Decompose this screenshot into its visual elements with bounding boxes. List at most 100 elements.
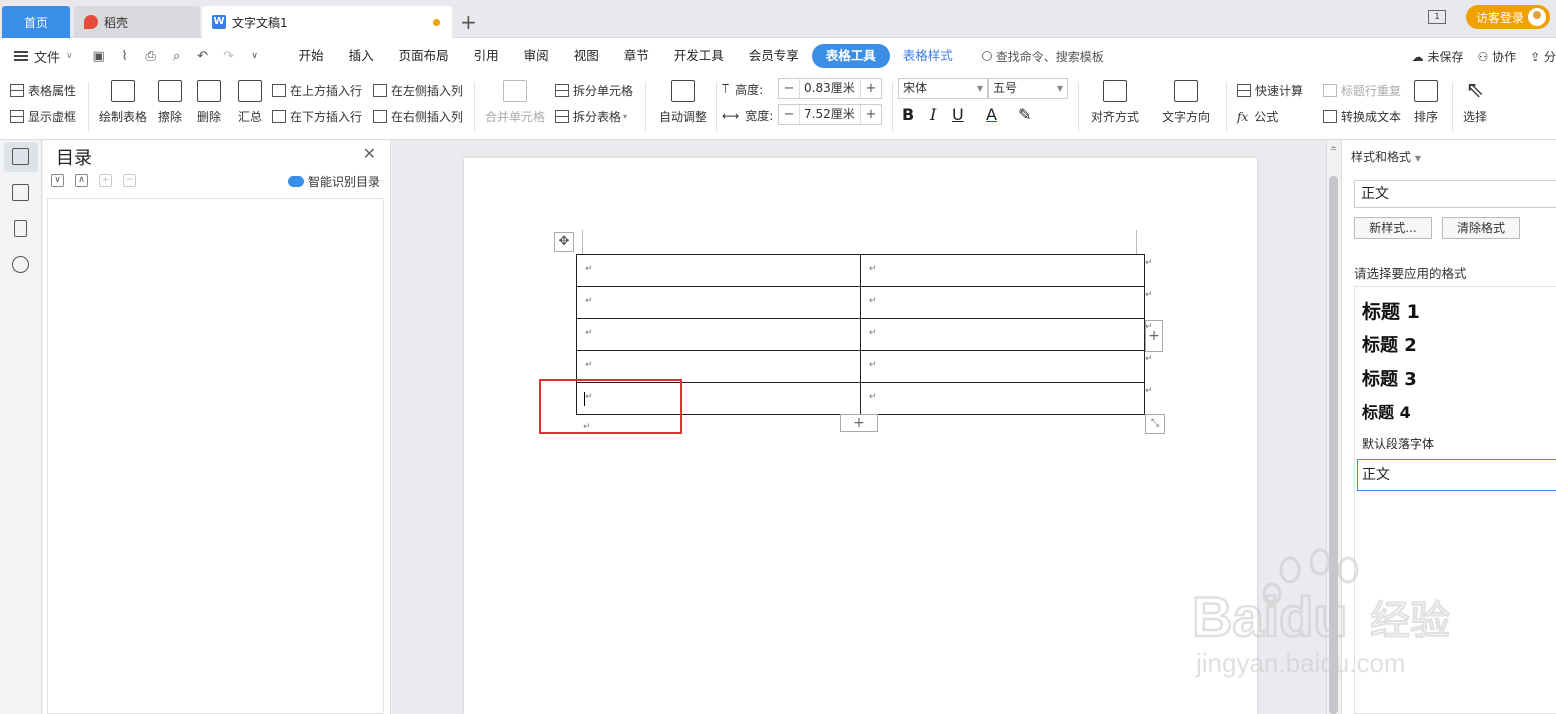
decrease-width-button[interactable]: − — [779, 107, 799, 122]
remove-level-icon[interactable]: − — [123, 174, 136, 187]
scroll-up-icon[interactable]: ≐ — [1330, 144, 1337, 153]
nav-pane-icon[interactable] — [12, 184, 29, 201]
table-cell[interactable]: ↵ — [576, 254, 861, 287]
file-menu[interactable]: 文件 ∨ — [14, 47, 73, 66]
table-cell[interactable]: ↵ — [576, 350, 861, 383]
style-heading-2[interactable]: 标题 2 — [1362, 331, 1417, 357]
smart-toc-button[interactable]: 智能识别目录 — [287, 173, 380, 190]
table-properties-button[interactable]: 表格属性 — [10, 82, 76, 99]
tab-chapter[interactable]: 章节 — [612, 44, 661, 68]
new-tab-button[interactable]: + — [460, 10, 477, 34]
tab-developer[interactable]: 开发工具 — [662, 44, 736, 68]
style-normal[interactable]: 正文 — [1357, 459, 1556, 491]
tab-document[interactable]: W 文字文稿1 — [202, 6, 452, 38]
unsaved-status[interactable]: ☁ 未保存 — [1412, 48, 1464, 65]
merge-cells-button[interactable]: 合并单元格 — [484, 80, 546, 125]
command-search[interactable]: 查找命令、搜索模板 — [981, 48, 1104, 65]
add-row-button[interactable]: + — [840, 414, 878, 432]
insert-col-right-button[interactable]: 在右侧插入列 — [373, 108, 463, 125]
decrease-height-button[interactable]: − — [779, 81, 799, 96]
erase-button[interactable]: 擦除 — [155, 80, 185, 125]
increase-width-button[interactable]: + — [861, 107, 881, 122]
row-height-stepper[interactable]: − 0.83厘米 + — [778, 78, 882, 99]
quick-calc-button[interactable]: 快速计算 — [1237, 82, 1303, 99]
share-button[interactable]: ⇪ 分 — [1530, 48, 1556, 65]
table-move-handle[interactable]: ✥ — [554, 232, 574, 252]
style-default-font[interactable]: 默认段落字体 — [1362, 435, 1434, 452]
highlight-button[interactable]: ✎ — [1018, 105, 1031, 124]
bold-button[interactable]: B — [902, 105, 914, 124]
convert-to-text-button[interactable]: 转换成文本 — [1323, 108, 1401, 125]
tab-table-tools[interactable]: 表格工具 — [811, 44, 890, 68]
tab-page-layout[interactable]: 页面布局 — [387, 44, 461, 68]
table-cell[interactable]: ↵ — [860, 350, 1145, 383]
col-width-stepper[interactable]: − 7.52厘米 + — [778, 104, 882, 125]
tab-home[interactable]: 首页 — [2, 6, 70, 38]
current-style-field[interactable]: 正文 — [1354, 180, 1556, 208]
redo-icon[interactable]: ↷ — [221, 49, 237, 64]
tab-start[interactable]: 开始 — [287, 44, 336, 68]
summary-button[interactable]: 汇总 — [236, 80, 264, 125]
underline-button[interactable]: U — [952, 105, 964, 124]
style-heading-3[interactable]: 标题 3 — [1362, 365, 1417, 391]
delete-button[interactable]: 删除 — [192, 80, 226, 125]
tab-review[interactable]: 审阅 — [512, 44, 561, 68]
expand-icon[interactable]: ∨ — [51, 174, 64, 187]
col-width-value[interactable]: 7.52厘米 — [799, 105, 861, 124]
tab-straw[interactable]: 稻壳 — [74, 6, 200, 38]
table-cell[interactable]: ↵ — [576, 318, 861, 351]
table-resize-handle[interactable]: ⤡ — [1145, 414, 1165, 434]
table-cell[interactable]: ↵ — [860, 318, 1145, 351]
toc-icon[interactable] — [12, 148, 29, 165]
table-cell[interactable]: ↵ — [860, 286, 1145, 319]
italic-button[interactable]: I — [930, 105, 936, 124]
search-icon[interactable] — [12, 256, 29, 273]
print-icon[interactable]: ⎙ — [143, 49, 159, 64]
sort-button[interactable]: 排序 — [1410, 80, 1442, 125]
insert-row-below-button[interactable]: 在下方插入行 — [272, 108, 362, 125]
auto-fit-button[interactable]: 自动调整 — [654, 80, 712, 125]
tab-insert[interactable]: 插入 — [337, 44, 386, 68]
show-grid-button[interactable]: 显示虚框 — [10, 108, 76, 125]
align-button[interactable]: 对齐方式 — [1086, 80, 1144, 125]
tab-view[interactable]: 视图 — [562, 44, 611, 68]
document-page[interactable]: ✥ ↵ ↵ ↵ ↵ ↵ ↵ ↵ ↵ ↵ ↵ + + ⤡ ↵ ↵ ↵ ↵ ↵ ↵ — [464, 158, 1257, 714]
row-height-value[interactable]: 0.83厘米 — [799, 79, 861, 98]
new-style-button[interactable]: 新样式... — [1354, 217, 1432, 239]
table-cell[interactable]: ↵ — [860, 382, 1145, 415]
select-button[interactable]: ⇖ 选择 — [1456, 80, 1494, 125]
window-layout-icon[interactable]: 1 — [1427, 10, 1446, 24]
font-size-select[interactable]: 五号 ▼ — [988, 78, 1068, 99]
print-preview-icon[interactable]: ⌕ — [169, 49, 185, 64]
text-direction-button[interactable]: 文字方向 — [1157, 80, 1215, 125]
clear-format-button[interactable]: 清除格式 — [1442, 217, 1520, 239]
insert-col-left-button[interactable]: 在左侧插入列 — [373, 82, 463, 99]
style-heading-1[interactable]: 标题 1 — [1362, 297, 1420, 324]
formula-button[interactable]: fx 公式 — [1237, 108, 1278, 125]
collaborate-button[interactable]: ⚇ 协作 — [1477, 48, 1516, 65]
split-cells-button[interactable]: 拆分单元格 — [555, 82, 633, 99]
font-name-select[interactable]: 宋体 ▼ — [898, 78, 988, 99]
format-painter-icon[interactable]: ⌇ — [117, 49, 133, 64]
split-table-button[interactable]: 拆分表格 ▾ — [555, 108, 627, 125]
bookmark-icon[interactable] — [14, 220, 27, 237]
add-level-icon[interactable]: + — [99, 174, 112, 187]
repeat-header-button[interactable]: 标题行重复 — [1323, 82, 1401, 99]
guest-login-button[interactable]: 访客登录 — [1465, 5, 1550, 29]
styles-panel-title[interactable]: 样式和格式 ▼ — [1351, 148, 1421, 165]
insert-row-above-button[interactable]: 在上方插入行 — [272, 82, 362, 99]
tab-references[interactable]: 引用 — [462, 44, 511, 68]
tab-table-style[interactable]: 表格样式 — [891, 44, 965, 68]
more-chevron-icon[interactable]: ∨ — [247, 51, 263, 61]
font-color-button[interactable]: A — [986, 105, 997, 124]
increase-height-button[interactable]: + — [861, 81, 881, 96]
save-icon[interactable]: ▣ — [91, 49, 107, 64]
collapse-icon[interactable]: ∧ — [75, 174, 88, 187]
close-icon[interactable]: ✕ — [363, 144, 376, 163]
undo-icon[interactable]: ↶ — [195, 49, 211, 64]
table-cell[interactable]: ↵ — [576, 286, 861, 319]
style-heading-4[interactable]: 标题 4 — [1362, 399, 1411, 423]
draw-table-button[interactable]: 绘制表格 — [97, 80, 149, 125]
table-cell[interactable]: ↵ — [860, 254, 1145, 287]
tab-member[interactable]: 会员专享 — [737, 44, 811, 68]
